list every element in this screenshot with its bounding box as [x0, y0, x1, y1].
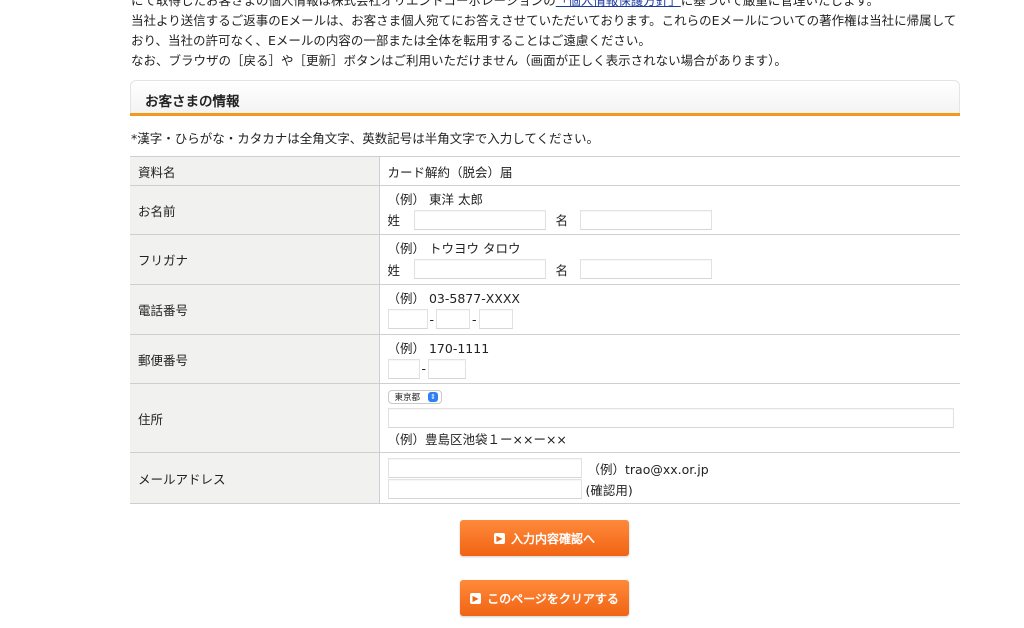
intro-line-2: 当社より送信するご返事のEメールは、お客さま個人宛てにお答えさせていただいており…	[131, 13, 957, 28]
clear-page-button[interactable]: ▶ このページをクリアする	[460, 580, 629, 616]
email-input[interactable]	[387, 458, 582, 478]
section-divider	[130, 113, 960, 116]
confirm-button-label: 入力内容確認へ	[510, 531, 595, 546]
address-label: 住所	[130, 383, 380, 453]
phone-sep-1: -	[429, 311, 435, 327]
clear-button-label: このページをクリアする	[487, 591, 619, 606]
email-confirm-row: (確認用)	[387, 479, 961, 499]
row-furigana: フリガナ （例） トウヨウ タロウ 姓 名	[130, 234, 961, 285]
arrow-right-icon: ▶	[493, 532, 505, 544]
first-name-input[interactable]	[579, 209, 712, 230]
intro-text: にて取得したお客さまの個人情報は株式会社オリエントコーポレーションの「個人情報保…	[131, 0, 961, 71]
phone-last-input[interactable]	[478, 309, 513, 329]
first-kana-input[interactable]	[579, 259, 712, 279]
address-example: （例）豊島区池袋１ー××ー××	[387, 431, 567, 447]
section-title: お客さまの情報	[145, 94, 240, 110]
postal-label: 郵便番号	[130, 334, 380, 384]
last-kana-label: 姓	[387, 262, 401, 278]
row-address: 住所 東京都 ⇕ （例）豊島区池袋１ー××ー××	[130, 383, 960, 453]
furigana-example: （例） トウヨウ タロウ	[387, 241, 521, 256]
document-value: カード解約（脱会）届	[379, 156, 960, 186]
postal-sep: -	[421, 361, 427, 376]
postal-example: （例） 170-1111	[387, 340, 490, 356]
last-name-input[interactable]	[413, 209, 546, 230]
chevron-updown-icon: ⇕	[428, 391, 439, 402]
postal-first-input[interactable]	[387, 358, 420, 379]
row-postal: 郵便番号 （例） 170-1111 -	[130, 334, 961, 384]
phone-cell: （例） 03-5877-XXXX - -	[379, 284, 961, 335]
prefecture-value: 東京都	[394, 392, 421, 403]
row-email: メールアドレス （例）trao@xx.or.jp (確認用)	[130, 452, 961, 504]
email-cell: （例）trao@xx.or.jp (確認用)	[379, 452, 961, 504]
intro-line-1-pre: にて取得したお客さまの個人情報は株式会社オリエントコーポレーションの	[131, 0, 556, 8]
intro-line-4: なお、ブラウザの［戻る］や［更新］ボタンはご利用いただけません（画面が正しく表示…	[131, 53, 787, 68]
section-header: お客さまの情報	[130, 80, 960, 116]
email-row: （例）trao@xx.or.jp	[387, 458, 961, 478]
phone-middle-input[interactable]	[436, 309, 471, 329]
furigana-cell: （例） トウヨウ タロウ 姓 名	[379, 234, 961, 285]
row-phone: 電話番号 （例） 03-5877-XXXX - -	[130, 284, 961, 335]
furigana-label: フリガナ	[130, 234, 380, 285]
intro-line-3: おり、当社の許可なく、Eメールの内容の一部または全体を転用することはご遠慮くださ…	[131, 33, 651, 48]
last-kana-input[interactable]	[413, 259, 546, 279]
input-note: *漢字・ひらがな・カタカナは全角文字、英数記号は半角文字で入力してください。	[131, 131, 600, 146]
confirm-input-button[interactable]: ▶ 入力内容確認へ	[460, 520, 629, 556]
name-example: （例） 東洋 太郎	[387, 191, 483, 207]
prefecture-select[interactable]: 東京都 ⇕	[387, 389, 443, 404]
first-name-label: 名	[555, 213, 569, 228]
email-example: （例）trao@xx.or.jp	[587, 461, 709, 477]
address-input[interactable]	[387, 407, 954, 428]
first-kana-label: 名	[555, 262, 569, 278]
arrow-right-icon: ▶	[470, 592, 482, 604]
postal-inputs: -	[387, 358, 961, 379]
name-inputs: 姓 名	[387, 209, 961, 230]
postal-cell: （例） 170-1111 -	[379, 334, 961, 384]
postal-last-input[interactable]	[428, 358, 467, 379]
phone-label: 電話番号	[130, 284, 380, 335]
privacy-policy-link[interactable]: 「個人情報保護方針」	[556, 0, 681, 8]
phone-area-input[interactable]	[387, 309, 428, 329]
email-confirm-label: (確認用)	[585, 482, 633, 498]
name-cell: （例） 東洋 太郎 姓 名	[379, 185, 961, 235]
phone-example: （例） 03-5877-XXXX	[387, 291, 520, 306]
email-label: メールアドレス	[130, 452, 380, 504]
intro-line-1: にて取得したお客さまの個人情報は株式会社オリエントコーポレーションの「個人情報保…	[131, 0, 961, 11]
document-label: 資料名	[130, 156, 380, 186]
last-name-label: 姓	[387, 213, 401, 228]
phone-inputs: - -	[387, 309, 961, 329]
furigana-inputs: 姓 名	[388, 259, 961, 279]
row-document: 資料名 カード解約（脱会）届	[130, 156, 960, 186]
name-label: お名前	[130, 185, 380, 235]
address-cell: 東京都 ⇕ （例）豊島区池袋１ー××ー××	[379, 383, 960, 453]
row-name: お名前 （例） 東洋 太郎 姓 名	[130, 185, 961, 235]
intro-line-1-post: に基づいて厳重に管理いたします。	[680, 0, 880, 8]
email-confirm-input[interactable]	[387, 479, 582, 499]
phone-sep-2: -	[472, 311, 477, 327]
customer-info-table: 資料名 カード解約（脱会）届 お名前 （例） 東洋 太郎 姓 名 フリガナ （例…	[130, 156, 960, 504]
